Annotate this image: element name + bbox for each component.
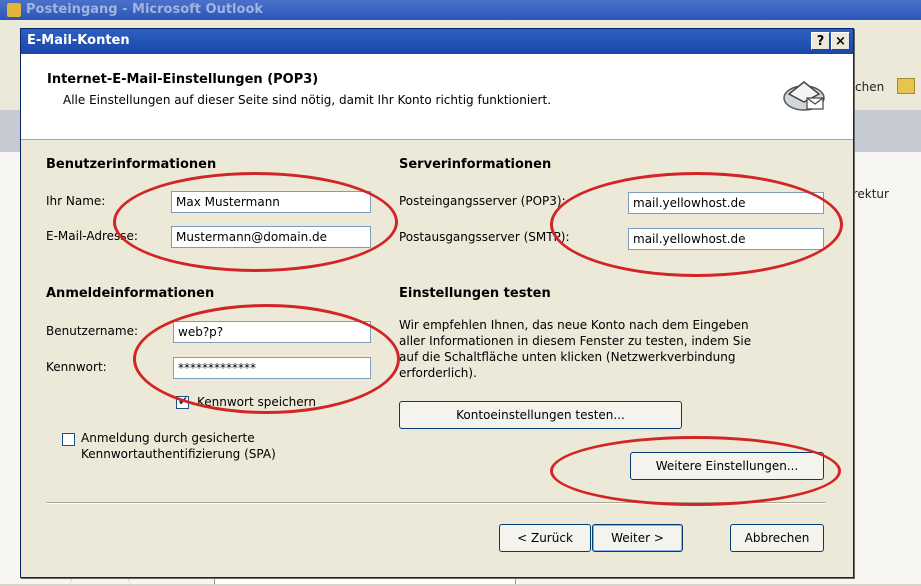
envelope-icon (783, 81, 825, 111)
test-description-line: erforderlich). (399, 366, 477, 380)
password-label: Kennwort: (46, 360, 107, 374)
dialog-title: E-Mail-Konten (27, 33, 130, 48)
help-button[interactable]: ? (811, 32, 830, 50)
header-subtitle: Alle Einstellungen auf dieser Seite sind… (63, 93, 552, 107)
folder-icon[interactable] (897, 78, 915, 94)
annotation-oval-login-info (133, 304, 400, 414)
outlook-column-header[interactable]: rrektur (848, 187, 889, 201)
dialog-header: Internet-E-Mail-Einstellungen (POP3) All… (21, 54, 853, 140)
dialog-titlebar[interactable]: E-Mail-Konten ? × (21, 29, 853, 54)
header-title: Internet-E-Mail-Einstellungen (POP3) (47, 72, 319, 87)
test-description-line: Wir empfehlen Ihnen, das neue Konto nach… (399, 318, 749, 332)
name-label: Ihr Name: (46, 194, 106, 208)
back-button[interactable]: < Zurück (499, 524, 591, 552)
outgoing-server-label: Postausgangsserver (SMTP): (399, 230, 570, 244)
close-button[interactable]: × (831, 32, 850, 50)
outlook-window-title: Posteingang - Microsoft Outlook (26, 2, 264, 17)
annotation-oval-server-info (550, 172, 843, 277)
spa-checkbox[interactable] (62, 433, 75, 446)
test-description-line: auf die Schaltfläche unten klicken (Netz… (399, 350, 736, 364)
spa-label-line2[interactable]: Kennwortauthentifizierung (SPA) (81, 447, 276, 461)
annotation-oval-more-settings (550, 436, 841, 506)
test-account-settings-button[interactable]: Kontoeinstellungen testen... (399, 401, 682, 429)
username-label: Benutzername: (46, 324, 139, 338)
server-info-heading: Serverinformationen (399, 157, 552, 172)
test-description-line: aller Informationen in diesem Fenster zu… (399, 334, 752, 348)
outlook-titlebar: Posteingang - Microsoft Outlook (0, 0, 921, 20)
user-info-heading: Benutzerinformationen (46, 157, 217, 172)
cancel-button[interactable]: Abbrechen (730, 524, 824, 552)
next-button[interactable]: Weiter > (592, 524, 683, 552)
incoming-server-label: Posteingangsserver (POP3): (399, 194, 566, 208)
outlook-app-icon (7, 3, 21, 17)
test-settings-heading: Einstellungen testen (399, 286, 551, 301)
email-accounts-dialog: E-Mail-Konten ? × Internet-E-Mail-Einste… (20, 28, 854, 578)
outlook-search-label[interactable]: chen (855, 80, 884, 94)
spa-label-line1[interactable]: Anmeldung durch gesicherte (81, 431, 255, 445)
login-info-heading: Anmeldeinformationen (46, 286, 215, 301)
annotation-oval-user-info (113, 172, 398, 272)
